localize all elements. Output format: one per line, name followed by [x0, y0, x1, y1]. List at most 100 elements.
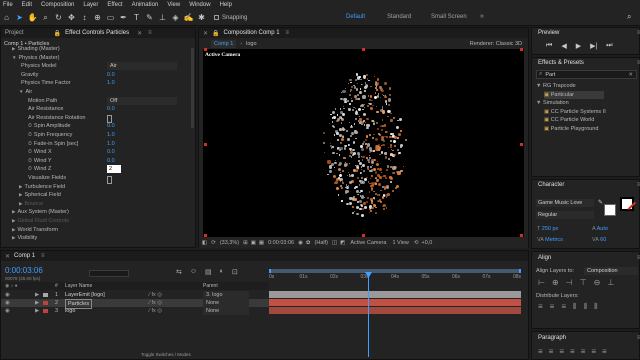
align-left-icon[interactable]: ⊢ — [538, 278, 545, 287]
effect-value[interactable]: 0.0 — [107, 157, 115, 165]
effect-value[interactable]: 0.0 — [107, 148, 115, 156]
distribute-hcenter-icon[interactable]: ⦀ — [584, 302, 588, 312]
source-name-header[interactable]: # — [55, 282, 58, 290]
work-area-range[interactable] — [269, 269, 521, 273]
effect-property-row[interactable]: Motion Path — [26, 97, 57, 105]
expand-open-icon[interactable]: ▼ — [12, 55, 16, 60]
last-frame-icon[interactable]: ⏭ — [606, 42, 612, 50]
effect-property-row[interactable]: ⏱ Spin Amplitude — [26, 122, 71, 130]
effect-value[interactable]: 0.0 — [107, 71, 115, 79]
tab-project[interactable]: Project — [5, 30, 24, 36]
stopwatch-icon[interactable]: ⏱ — [28, 132, 32, 138]
kerning-value[interactable]: Metrics — [545, 237, 563, 243]
effect-value[interactable]: 0.0 — [107, 122, 115, 130]
mask-tool-icon[interactable]: ▭ — [104, 11, 117, 24]
search-icon[interactable]: ⌕ — [627, 12, 631, 22]
close-icon[interactable]: ✕ — [5, 253, 10, 260]
effect-category[interactable]: ▼ Simulation — [536, 99, 569, 107]
effect-property-row[interactable]: ▶ Spherical Field — [19, 191, 61, 199]
font-size-value[interactable]: 250 px — [542, 226, 559, 232]
effect-property-row[interactable]: ▶ Aux System (Master) — [12, 208, 69, 216]
align-to-select[interactable]: Composition — [584, 267, 638, 275]
effect-value[interactable]: 1.0 — [107, 140, 115, 148]
layer-switches[interactable]: ⁄ fx ◎ — [149, 299, 162, 307]
center-text-icon[interactable]: ≡ — [549, 347, 554, 356]
eye-icon[interactable]: ◉ — [5, 299, 10, 307]
font-family-select[interactable]: Game Music Love — [536, 199, 594, 207]
effect-property-row[interactable]: ▼ Physics (Master) — [12, 54, 59, 62]
panel-menu-icon[interactable]: ≡ — [148, 30, 152, 36]
hand-tool-icon[interactable]: ✋ — [26, 11, 39, 24]
clone-stamp-icon[interactable]: ⊥ — [156, 11, 169, 24]
pan-behind-icon[interactable]: ⊕ — [91, 11, 104, 24]
grid-icon[interactable]: ⊞ — [243, 240, 248, 246]
composition-viewer[interactable]: Active Camera — [203, 48, 524, 237]
align-hcenter-icon[interactable]: ⊕ — [552, 278, 559, 287]
effect-property-row[interactable]: ⏱ Spin Frequency — [26, 131, 72, 139]
region-icon[interactable]: ▣ — [251, 240, 256, 246]
eye-icon[interactable]: ◉ — [5, 307, 10, 315]
composition-title[interactable]: Composition Comp 1 — [224, 30, 280, 36]
effect-property-row[interactable]: Physics Model — [19, 62, 56, 70]
expand-icon[interactable]: ▶ — [19, 201, 22, 206]
expand-icon[interactable]: ▶ — [12, 227, 15, 232]
workspace-overflow-icon[interactable]: » — [480, 13, 484, 20]
parent-header[interactable]: Parent — [203, 282, 218, 290]
menu-file[interactable]: File — [3, 2, 13, 8]
next-frame-icon[interactable]: ▶| — [590, 42, 597, 50]
show-channel-icon[interactable]: ✿ — [306, 240, 311, 246]
expand-icon[interactable]: ▶ — [35, 307, 39, 315]
pan-tool-icon[interactable]: ✥ — [65, 11, 78, 24]
effects-search-input[interactable]: Part — [545, 72, 555, 78]
stopwatch-icon[interactable]: ⏱ — [28, 166, 32, 172]
layer-name[interactable]: LayerEmit [logo] — [65, 291, 105, 299]
fast-preview-icon[interactable]: ◫ — [332, 240, 337, 246]
expand-icon[interactable]: ▶ — [35, 299, 39, 307]
eye-icon[interactable]: ◉ — [5, 291, 10, 299]
effect-property-row[interactable]: ⏱ Wind Z — [26, 165, 51, 173]
tab-comp-1-timeline[interactable]: Comp 1 — [14, 253, 35, 259]
label-color-swatch[interactable] — [43, 309, 48, 313]
stopwatch-icon[interactable]: ⏱ — [28, 123, 32, 129]
brush-tool-icon[interactable]: ✎ — [143, 11, 156, 24]
reset-exposure-icon[interactable]: ⟲ — [414, 240, 419, 246]
playhead[interactable] — [368, 272, 369, 357]
menu-layer[interactable]: Layer — [83, 2, 98, 8]
effects-search-field[interactable]: ⌕ Part ✕ — [536, 70, 637, 79]
3d-view-icon[interactable]: ◩ — [340, 240, 345, 246]
close-icon[interactable]: ✕ — [137, 30, 142, 37]
clear-search-icon[interactable]: ✕ — [628, 72, 633, 78]
layer-name[interactable]: logo — [65, 307, 75, 315]
dolly-tool-icon[interactable]: ↕ — [78, 11, 91, 24]
expand-icon[interactable]: ▶ — [12, 46, 15, 51]
effect-property-row[interactable]: ▶ Shading (Master) — [12, 45, 60, 53]
transparency-grid-icon[interactable]: ▦ — [259, 240, 264, 246]
effect-value[interactable]: 1.0 — [107, 131, 115, 139]
effect-item[interactable]: ▣ CC Particle Systems II — [544, 108, 606, 116]
parent-select[interactable]: None — [203, 307, 249, 315]
timeline-layer-row[interactable]: ◉ ▶ 2 Particles ⁄ fx ◎ None — [1, 299, 269, 309]
eraser-tool-icon[interactable]: ◈ — [169, 11, 182, 24]
effect-property-row[interactable]: Visualize Fields — [26, 174, 66, 182]
menu-help[interactable]: Help — [220, 2, 232, 8]
shy-layers-icon[interactable]: ☺ — [190, 268, 197, 276]
parent-select[interactable]: 3. logo — [203, 291, 249, 299]
stopwatch-icon[interactable]: ⏱ — [28, 149, 32, 155]
expand-open-icon[interactable]: ▼ — [19, 89, 23, 94]
expand-icon[interactable]: ▶ — [12, 218, 15, 223]
snapping-toggle[interactable]: Snapping — [214, 15, 247, 21]
layer-switches[interactable]: ⁄ fx ◎ — [149, 291, 162, 299]
effect-value[interactable]: 0.0 — [107, 105, 115, 113]
workspace-standard[interactable]: Standard — [387, 14, 411, 20]
menu-effect[interactable]: Effect — [107, 2, 122, 8]
prev-frame-icon[interactable]: ◀ — [561, 42, 566, 50]
zoom-value[interactable]: (33,3%) — [220, 240, 239, 246]
align-bottom-icon[interactable]: ⊥ — [607, 278, 614, 287]
justify-right-icon[interactable]: ≡ — [591, 347, 596, 356]
work-area-bar[interactable] — [269, 269, 521, 273]
effect-property-row[interactable]: ▶ Turbulence Field — [19, 183, 65, 191]
align-right-icon[interactable]: ⊣ — [566, 278, 573, 287]
align-text-right-icon[interactable]: ≡ — [559, 347, 564, 356]
justify-left-icon[interactable]: ≡ — [570, 347, 575, 356]
layer-name-header[interactable]: Layer Name — [65, 282, 92, 290]
